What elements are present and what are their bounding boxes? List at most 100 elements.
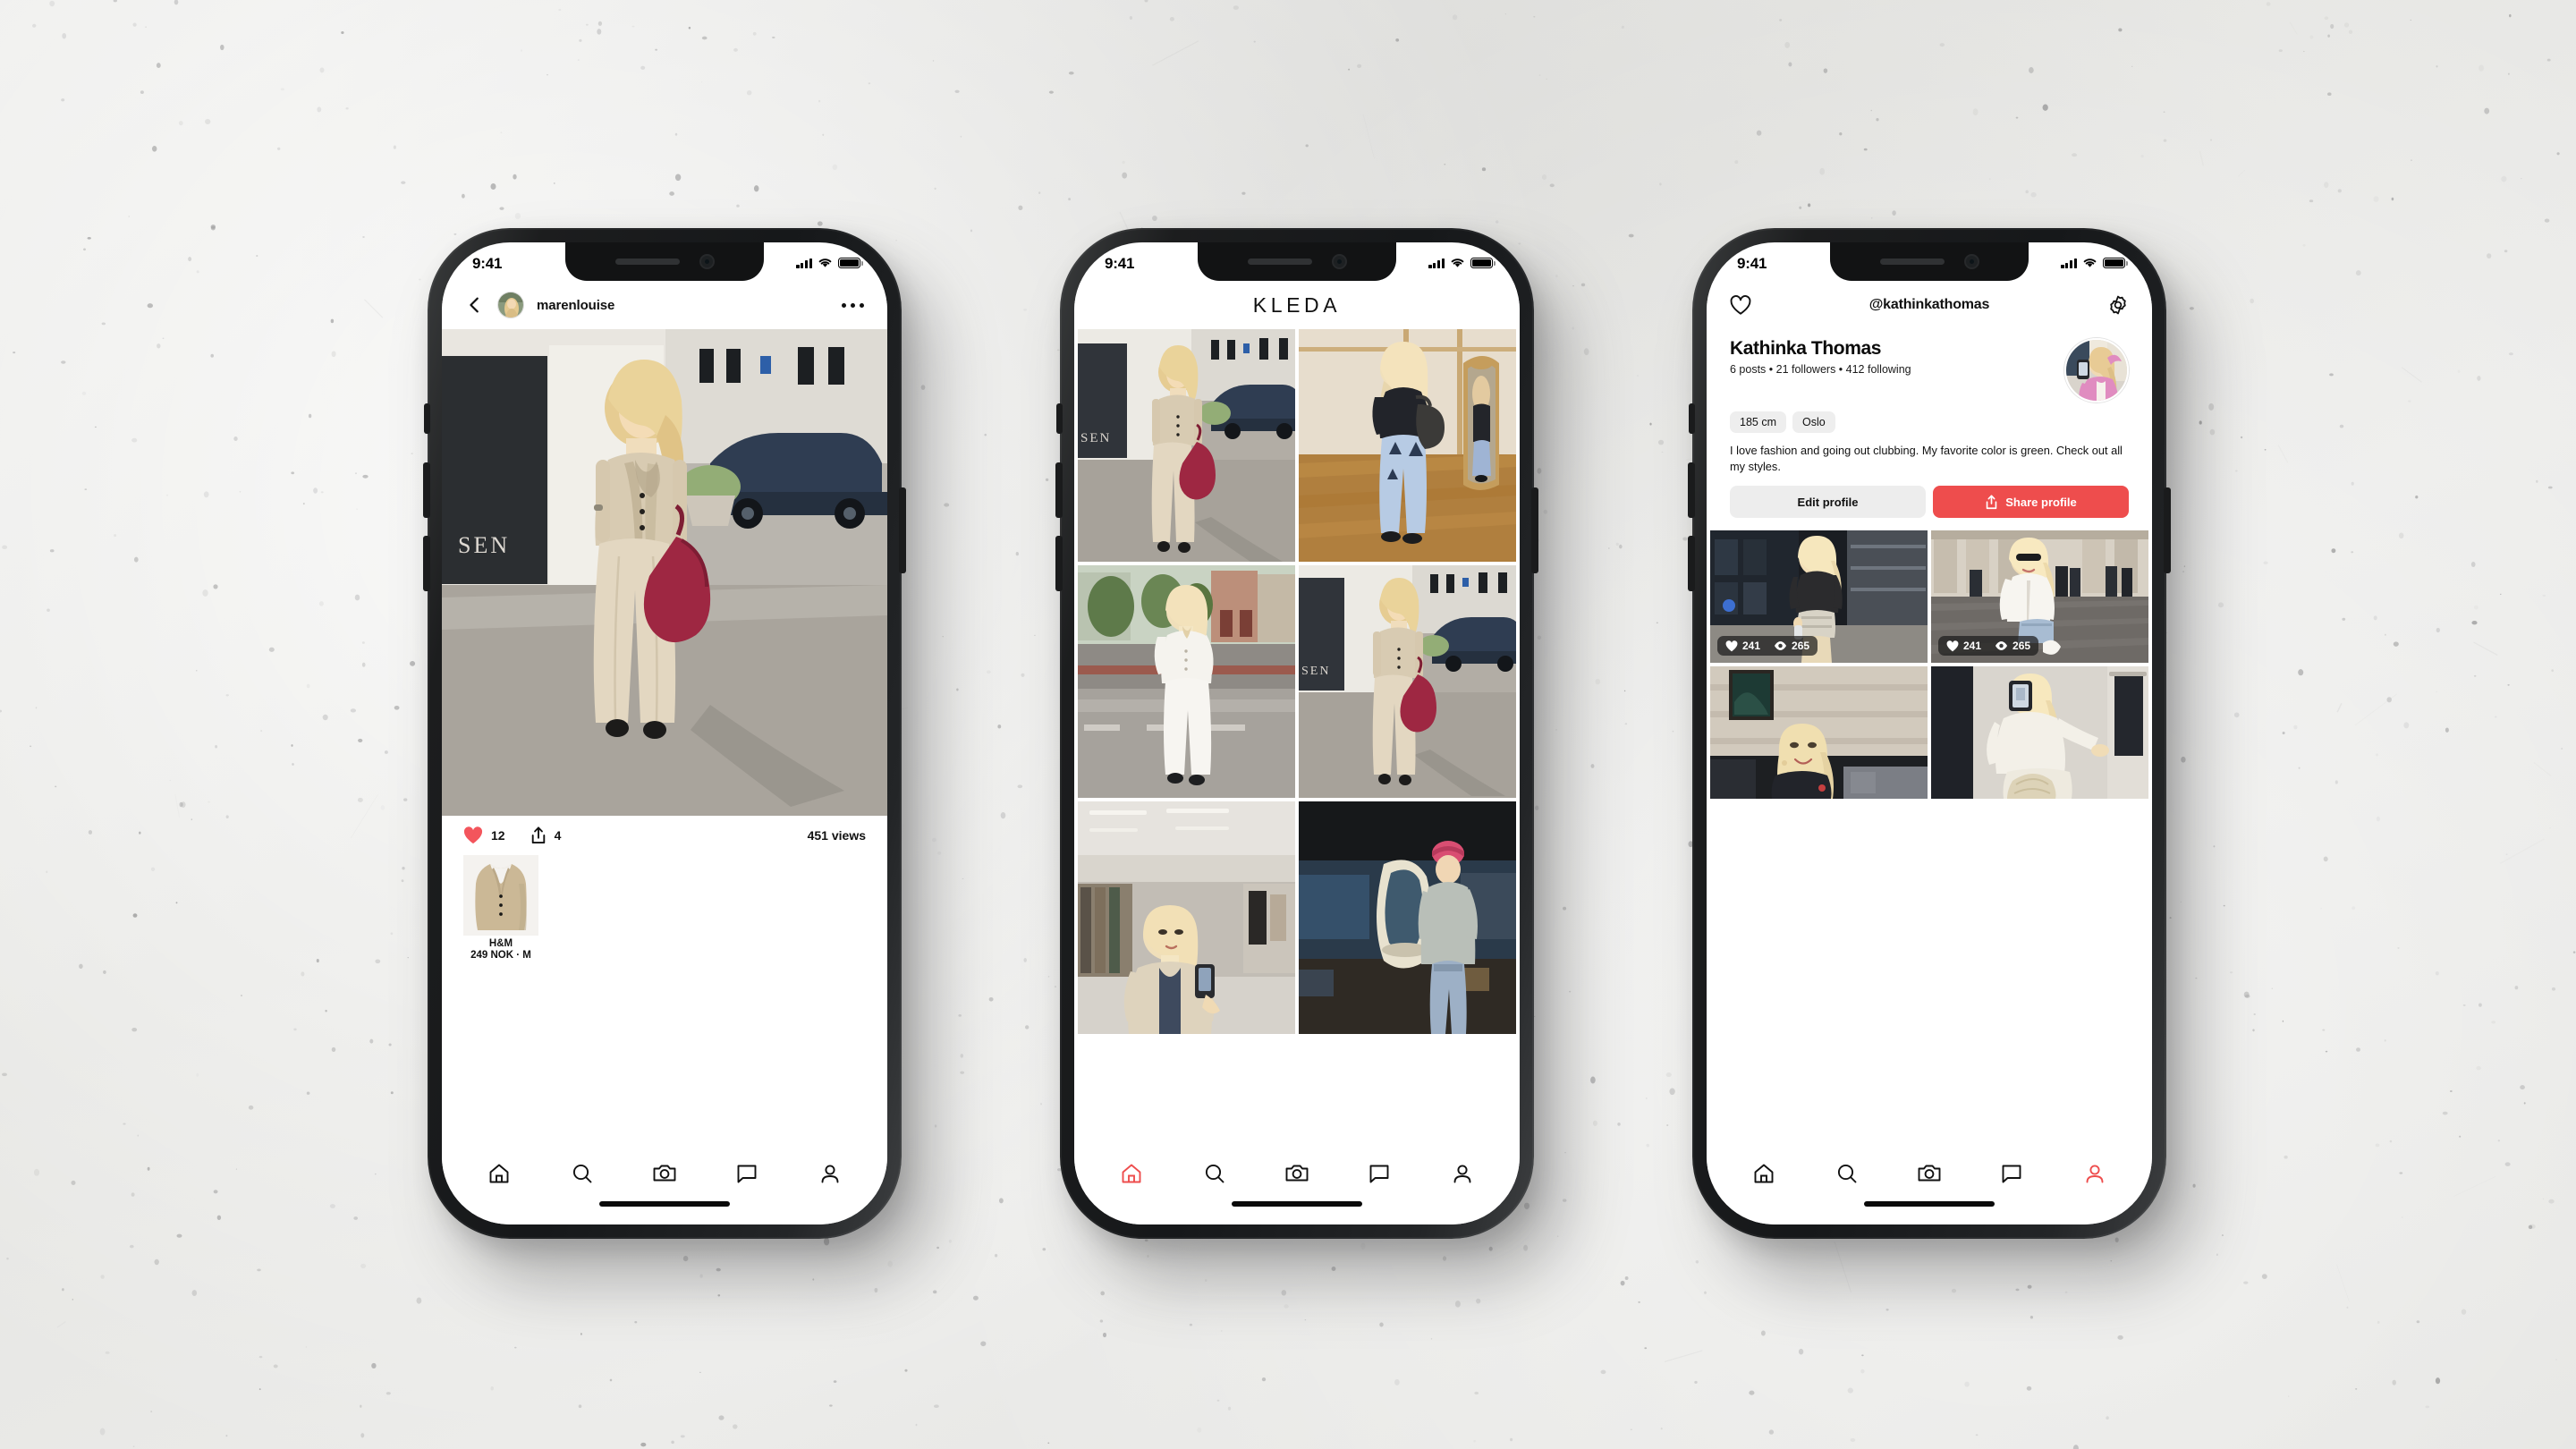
home-indicator [1707,1201,2152,1224]
wifi-icon [818,258,832,267]
profile-grid-item[interactable] [1710,666,1928,800]
status-icons [1428,258,1496,268]
earpiece-speaker [1879,258,1945,265]
heart-outline-icon[interactable] [1730,294,1751,316]
likes-count: 241 [1742,640,1761,653]
front-camera-icon [1331,254,1347,269]
feed-grid: SEN SEN [1074,329,1520,1034]
camera-tab[interactable] [1284,1160,1310,1187]
post-photo[interactable]: SEN [442,329,887,816]
home-tab[interactable] [1118,1160,1145,1187]
likes-group[interactable]: 12 [463,826,505,844]
front-camera-icon [699,254,715,269]
profile-photo-grid: 241 265 241 265 [1707,518,2152,800]
product-thumbnail[interactable] [463,855,538,936]
phone2-content[interactable]: SEN SEN [1074,329,1520,1146]
power-button[interactable] [1531,487,1538,573]
feed-top-bar: KLEDA [1074,281,1520,329]
profile-tab[interactable] [2081,1160,2108,1187]
earpiece-speaker [614,258,680,265]
avatar[interactable] [497,292,524,318]
search-tab[interactable] [1201,1160,1228,1187]
profile-top-bar: @kathinkathomas [1707,281,2152,329]
heart-filled-icon[interactable] [463,826,483,844]
share-profile-button[interactable]: Share profile [1933,486,2129,519]
feed-grid-item[interactable] [1299,801,1516,1034]
search-tab[interactable] [569,1160,596,1187]
views-count: 265 [1792,640,1810,653]
volume-down-button[interactable] [1055,536,1063,591]
share-icon[interactable] [530,826,547,844]
product-card[interactable]: H&M 249 NOK · M [442,852,887,961]
notch [565,242,764,281]
messages-tab[interactable] [1366,1160,1393,1187]
profile-grid-item[interactable] [1931,666,2148,800]
tab-bar [442,1146,887,1201]
avatar[interactable] [2064,338,2129,402]
heart-filled-icon [1725,640,1738,652]
likes-count: 12 [491,828,505,843]
volume-down-button[interactable] [1688,536,1695,591]
home-tab[interactable] [486,1160,513,1187]
back-chevron-icon[interactable] [465,295,485,315]
profile-bio: I love fashion and going out clubbing. M… [1730,444,2123,473]
power-button[interactable] [899,487,906,573]
edit-profile-button[interactable]: Edit profile [1730,486,1926,519]
phone2-screen: 9:41 KLEDA SEN SEN [1074,242,1520,1224]
profile-actions: Edit profile Share profile [1707,474,2152,519]
status-icons [2061,258,2128,268]
svg-text:SEN: SEN [458,532,510,558]
camera-tab[interactable] [651,1160,678,1187]
cellular-signal-icon [2061,258,2077,268]
svg-text:SEN: SEN [1301,665,1330,678]
gear-icon[interactable] [2107,294,2129,316]
front-camera-icon [1963,254,1979,269]
chip-height[interactable]: 185 cm [1730,411,1786,433]
profile-grid-item[interactable]: 241 265 [1931,530,2148,664]
chip-location[interactable]: Oslo [1792,411,1835,433]
feed-grid-item[interactable] [1299,329,1516,562]
mute-switch[interactable] [424,403,430,434]
volume-up-button[interactable] [1055,462,1063,518]
views-count: 451 views [807,828,866,843]
post-username[interactable]: marenlouise [537,298,614,313]
home-tab[interactable] [1750,1160,1777,1187]
feed-grid-item[interactable]: SEN [1078,329,1295,562]
phone3-screen: 9:41 @kathinkathomas Kathinka Thomas 6 p… [1707,242,2152,1224]
mute-switch[interactable] [1689,403,1695,434]
feed-grid-item[interactable]: SEN [1299,565,1516,798]
volume-down-button[interactable] [423,536,430,591]
messages-tab[interactable] [733,1160,760,1187]
phone1-content: SEN 12 4 451 views H&M 249 NOK · M [442,329,887,1146]
profile-grid-item[interactable]: 241 265 [1710,530,1928,664]
profile-display-name: Kathinka Thomas [1730,338,1882,359]
eye-icon [1774,641,1787,651]
tab-bar [1707,1146,2152,1201]
svg-text:SEN: SEN [1080,431,1111,445]
volume-up-button[interactable] [1688,462,1695,518]
profile-tab[interactable] [1449,1160,1476,1187]
profile-tab[interactable] [817,1160,843,1187]
cellular-signal-icon [796,258,812,268]
earpiece-speaker [1247,258,1312,265]
mute-switch[interactable] [1056,403,1063,434]
more-options-icon[interactable] [842,302,864,308]
search-tab[interactable] [1834,1160,1860,1187]
profile-header: Kathinka Thomas 6 posts • 21 followers •… [1707,329,2152,402]
tab-bar [1074,1146,1520,1201]
camera-tab[interactable] [1916,1160,1943,1187]
shares-group[interactable]: 4 [530,826,561,844]
messages-tab[interactable] [1998,1160,2025,1187]
feed-grid-item[interactable] [1078,565,1295,798]
feed-grid-item[interactable] [1078,801,1295,1034]
home-indicator [1074,1201,1520,1224]
power-button[interactable] [2164,487,2171,573]
status-time: 9:41 [1105,254,1135,272]
home-indicator [442,1201,887,1224]
eye-icon [1995,641,2008,651]
profile-handle: @kathinkathomas [1868,297,1990,312]
profile-chips: 185 cm Oslo [1707,402,2152,433]
notch [1198,242,1396,281]
views-count: 265 [2012,640,2031,653]
volume-up-button[interactable] [423,462,430,518]
